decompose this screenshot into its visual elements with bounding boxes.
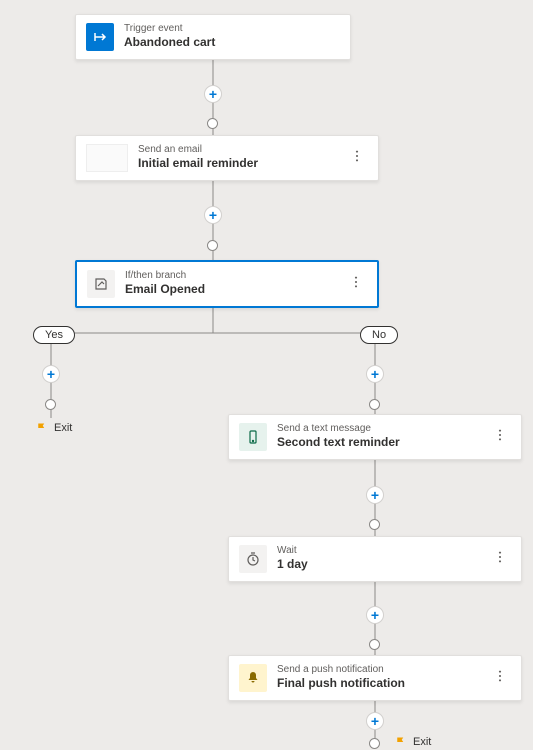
- add-button[interactable]: +: [366, 365, 384, 383]
- yes-pill[interactable]: Yes: [33, 326, 75, 344]
- add-button[interactable]: +: [204, 206, 222, 224]
- email-node[interactable]: Send an email Initial email reminder: [75, 135, 379, 181]
- phone-icon: [239, 423, 267, 451]
- more-icon[interactable]: [345, 271, 367, 298]
- wait-node[interactable]: Wait 1 day: [228, 536, 522, 582]
- branch-subtitle: If/then branch: [125, 270, 205, 282]
- add-button[interactable]: +: [366, 606, 384, 624]
- flag-icon: [36, 422, 48, 434]
- branch-icon: [87, 270, 115, 298]
- sms-title: Second text reminder: [277, 435, 400, 451]
- more-icon[interactable]: [489, 546, 511, 573]
- branch-node[interactable]: If/then branch Email Opened: [75, 260, 379, 308]
- branch-title: Email Opened: [125, 282, 205, 298]
- sms-subtitle: Send a text message: [277, 423, 400, 435]
- bell-icon: [239, 664, 267, 692]
- wait-subtitle: Wait: [277, 545, 308, 557]
- more-icon[interactable]: [489, 424, 511, 451]
- email-subtitle: Send an email: [138, 144, 258, 156]
- add-button[interactable]: +: [366, 712, 384, 730]
- add-button[interactable]: +: [42, 365, 60, 383]
- drop-target[interactable]: [369, 738, 380, 749]
- drop-target[interactable]: [369, 639, 380, 650]
- drop-target[interactable]: [207, 240, 218, 251]
- exit-label: Exit: [36, 422, 72, 434]
- add-button[interactable]: +: [366, 486, 384, 504]
- exit-label: Exit: [395, 736, 431, 748]
- push-subtitle: Send a push notification: [277, 664, 405, 676]
- drop-target[interactable]: [45, 399, 56, 410]
- drop-target[interactable]: [207, 118, 218, 129]
- clock-icon: [239, 545, 267, 573]
- push-node[interactable]: Send a push notification Final push noti…: [228, 655, 522, 701]
- trigger-icon: [86, 23, 114, 51]
- connector-lines: [0, 0, 533, 750]
- trigger-title: Abandoned cart: [124, 35, 215, 51]
- more-icon[interactable]: [489, 665, 511, 692]
- wait-title: 1 day: [277, 557, 308, 573]
- email-thumbnail: [86, 144, 128, 172]
- more-icon[interactable]: [346, 145, 368, 172]
- trigger-subtitle: Trigger event: [124, 23, 215, 35]
- sms-node[interactable]: Send a text message Second text reminder: [228, 414, 522, 460]
- trigger-node[interactable]: Trigger event Abandoned cart: [75, 14, 351, 60]
- flag-icon: [395, 736, 407, 748]
- no-pill[interactable]: No: [360, 326, 398, 344]
- push-title: Final push notification: [277, 676, 405, 692]
- add-button[interactable]: +: [204, 85, 222, 103]
- drop-target[interactable]: [369, 519, 380, 530]
- email-title: Initial email reminder: [138, 156, 258, 172]
- drop-target[interactable]: [369, 399, 380, 410]
